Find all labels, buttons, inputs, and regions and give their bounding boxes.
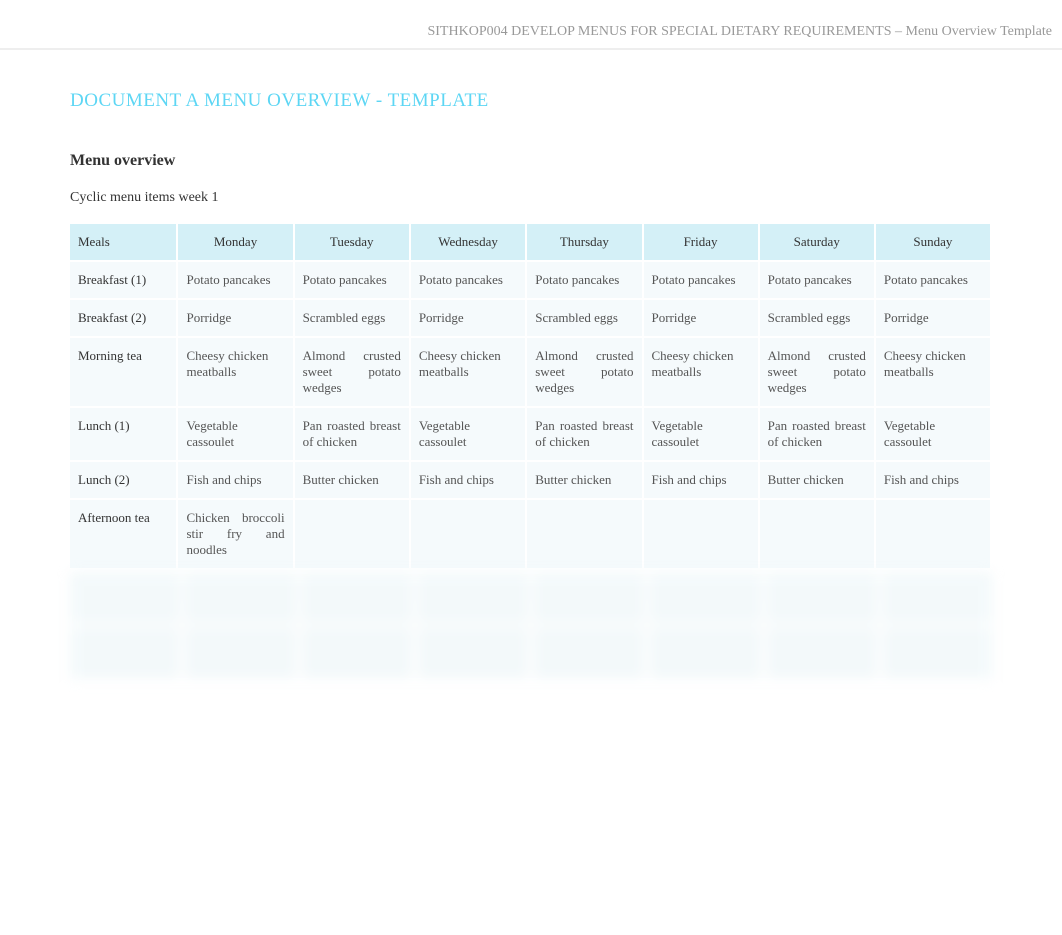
table-header-row: Meals Monday Tuesday Wednesday Thursday …: [70, 224, 992, 260]
cell: [644, 498, 760, 568]
cell: Fish and chips: [876, 460, 992, 498]
col-meals: Meals: [70, 224, 178, 260]
table-row: Breakfast (1)Potato pancakesPotato panca…: [70, 260, 992, 298]
cell: Chicken broccoli stir fry and noodles: [178, 498, 294, 568]
table-row: Afternoon teaChicken broccoli stir fry a…: [70, 498, 992, 568]
row-label: Lunch (1): [70, 406, 178, 460]
cell: Almond crusted sweet potato wedges: [760, 336, 876, 406]
cell: Potato pancakes: [760, 260, 876, 298]
section-heading: Menu overview: [70, 152, 992, 170]
cell: Porridge: [411, 298, 527, 336]
cell: Cheesy chicken meatballs: [411, 336, 527, 406]
cell: Butter chicken: [527, 460, 643, 498]
col-thursday: Thursday: [527, 224, 643, 260]
table-row: Breakfast (2)PorridgeScrambled eggsPorri…: [70, 298, 992, 336]
col-tuesday: Tuesday: [295, 224, 411, 260]
cell: Fish and chips: [644, 460, 760, 498]
row-label: Afternoon tea: [70, 498, 178, 568]
col-monday: Monday: [178, 224, 294, 260]
cell: Potato pancakes: [644, 260, 760, 298]
cell: Vegetable cassoulet: [876, 406, 992, 460]
header-text: SITHKOP004 DEVELOP MENUS FOR SPECIAL DIE…: [427, 24, 1052, 39]
cell: [411, 498, 527, 568]
row-label: Morning tea: [70, 336, 178, 406]
cell: Butter chicken: [295, 460, 411, 498]
cell: Cheesy chicken meatballs: [644, 336, 760, 406]
cell: Butter chicken: [760, 460, 876, 498]
cell: Porridge: [644, 298, 760, 336]
cell: Porridge: [178, 298, 294, 336]
table-row: Morning teaCheesy chicken meatballsAlmon…: [70, 336, 992, 406]
cell: Fish and chips: [411, 460, 527, 498]
cell: [876, 498, 992, 568]
cell: Pan roasted breast of chicken: [295, 406, 411, 460]
col-sunday: Sunday: [876, 224, 992, 260]
cell: Potato pancakes: [411, 260, 527, 298]
cell: Fish and chips: [178, 460, 294, 498]
cell: Scrambled eggs: [760, 298, 876, 336]
cell: Almond crusted sweet potato wedges: [527, 336, 643, 406]
cell: Potato pancakes: [527, 260, 643, 298]
cell: Pan roasted breast of chicken: [760, 406, 876, 460]
cell: Vegetable cassoulet: [411, 406, 527, 460]
cell: Scrambled eggs: [527, 298, 643, 336]
page-header: SITHKOP004 DEVELOP MENUS FOR SPECIAL DIE…: [0, 0, 1062, 50]
cell: Pan roasted breast of chicken: [527, 406, 643, 460]
row-label: Breakfast (1): [70, 260, 178, 298]
cell: [527, 498, 643, 568]
content-area: DOCUMENT A MENU OVERVIEW - TEMPLATE Menu…: [0, 50, 1062, 712]
col-wednesday: Wednesday: [411, 224, 527, 260]
table-row: Lunch (2)Fish and chipsButter chickenFis…: [70, 460, 992, 498]
cell: [295, 498, 411, 568]
row-label: Breakfast (2): [70, 298, 178, 336]
document-title: DOCUMENT A MENU OVERVIEW - TEMPLATE: [70, 90, 992, 112]
cell: Vegetable cassoulet: [178, 406, 294, 460]
cell: Porridge: [876, 298, 992, 336]
blurred-preview-area: [70, 572, 992, 692]
table-body: Breakfast (1)Potato pancakesPotato panca…: [70, 260, 992, 568]
cell: Potato pancakes: [178, 260, 294, 298]
table-row: Lunch (1)Vegetable cassouletPan roasted …: [70, 406, 992, 460]
col-friday: Friday: [644, 224, 760, 260]
cell: Cheesy chicken meatballs: [876, 336, 992, 406]
col-saturday: Saturday: [760, 224, 876, 260]
section-subtext: Cyclic menu items week 1: [70, 190, 992, 206]
menu-table: Meals Monday Tuesday Wednesday Thursday …: [70, 224, 992, 568]
cell: Potato pancakes: [876, 260, 992, 298]
cell: Vegetable cassoulet: [644, 406, 760, 460]
cell: Scrambled eggs: [295, 298, 411, 336]
row-label: Lunch (2): [70, 460, 178, 498]
cell: Potato pancakes: [295, 260, 411, 298]
cell: Cheesy chicken meatballs: [178, 336, 294, 406]
cell: Almond crusted sweet potato wedges: [295, 336, 411, 406]
cell: [760, 498, 876, 568]
